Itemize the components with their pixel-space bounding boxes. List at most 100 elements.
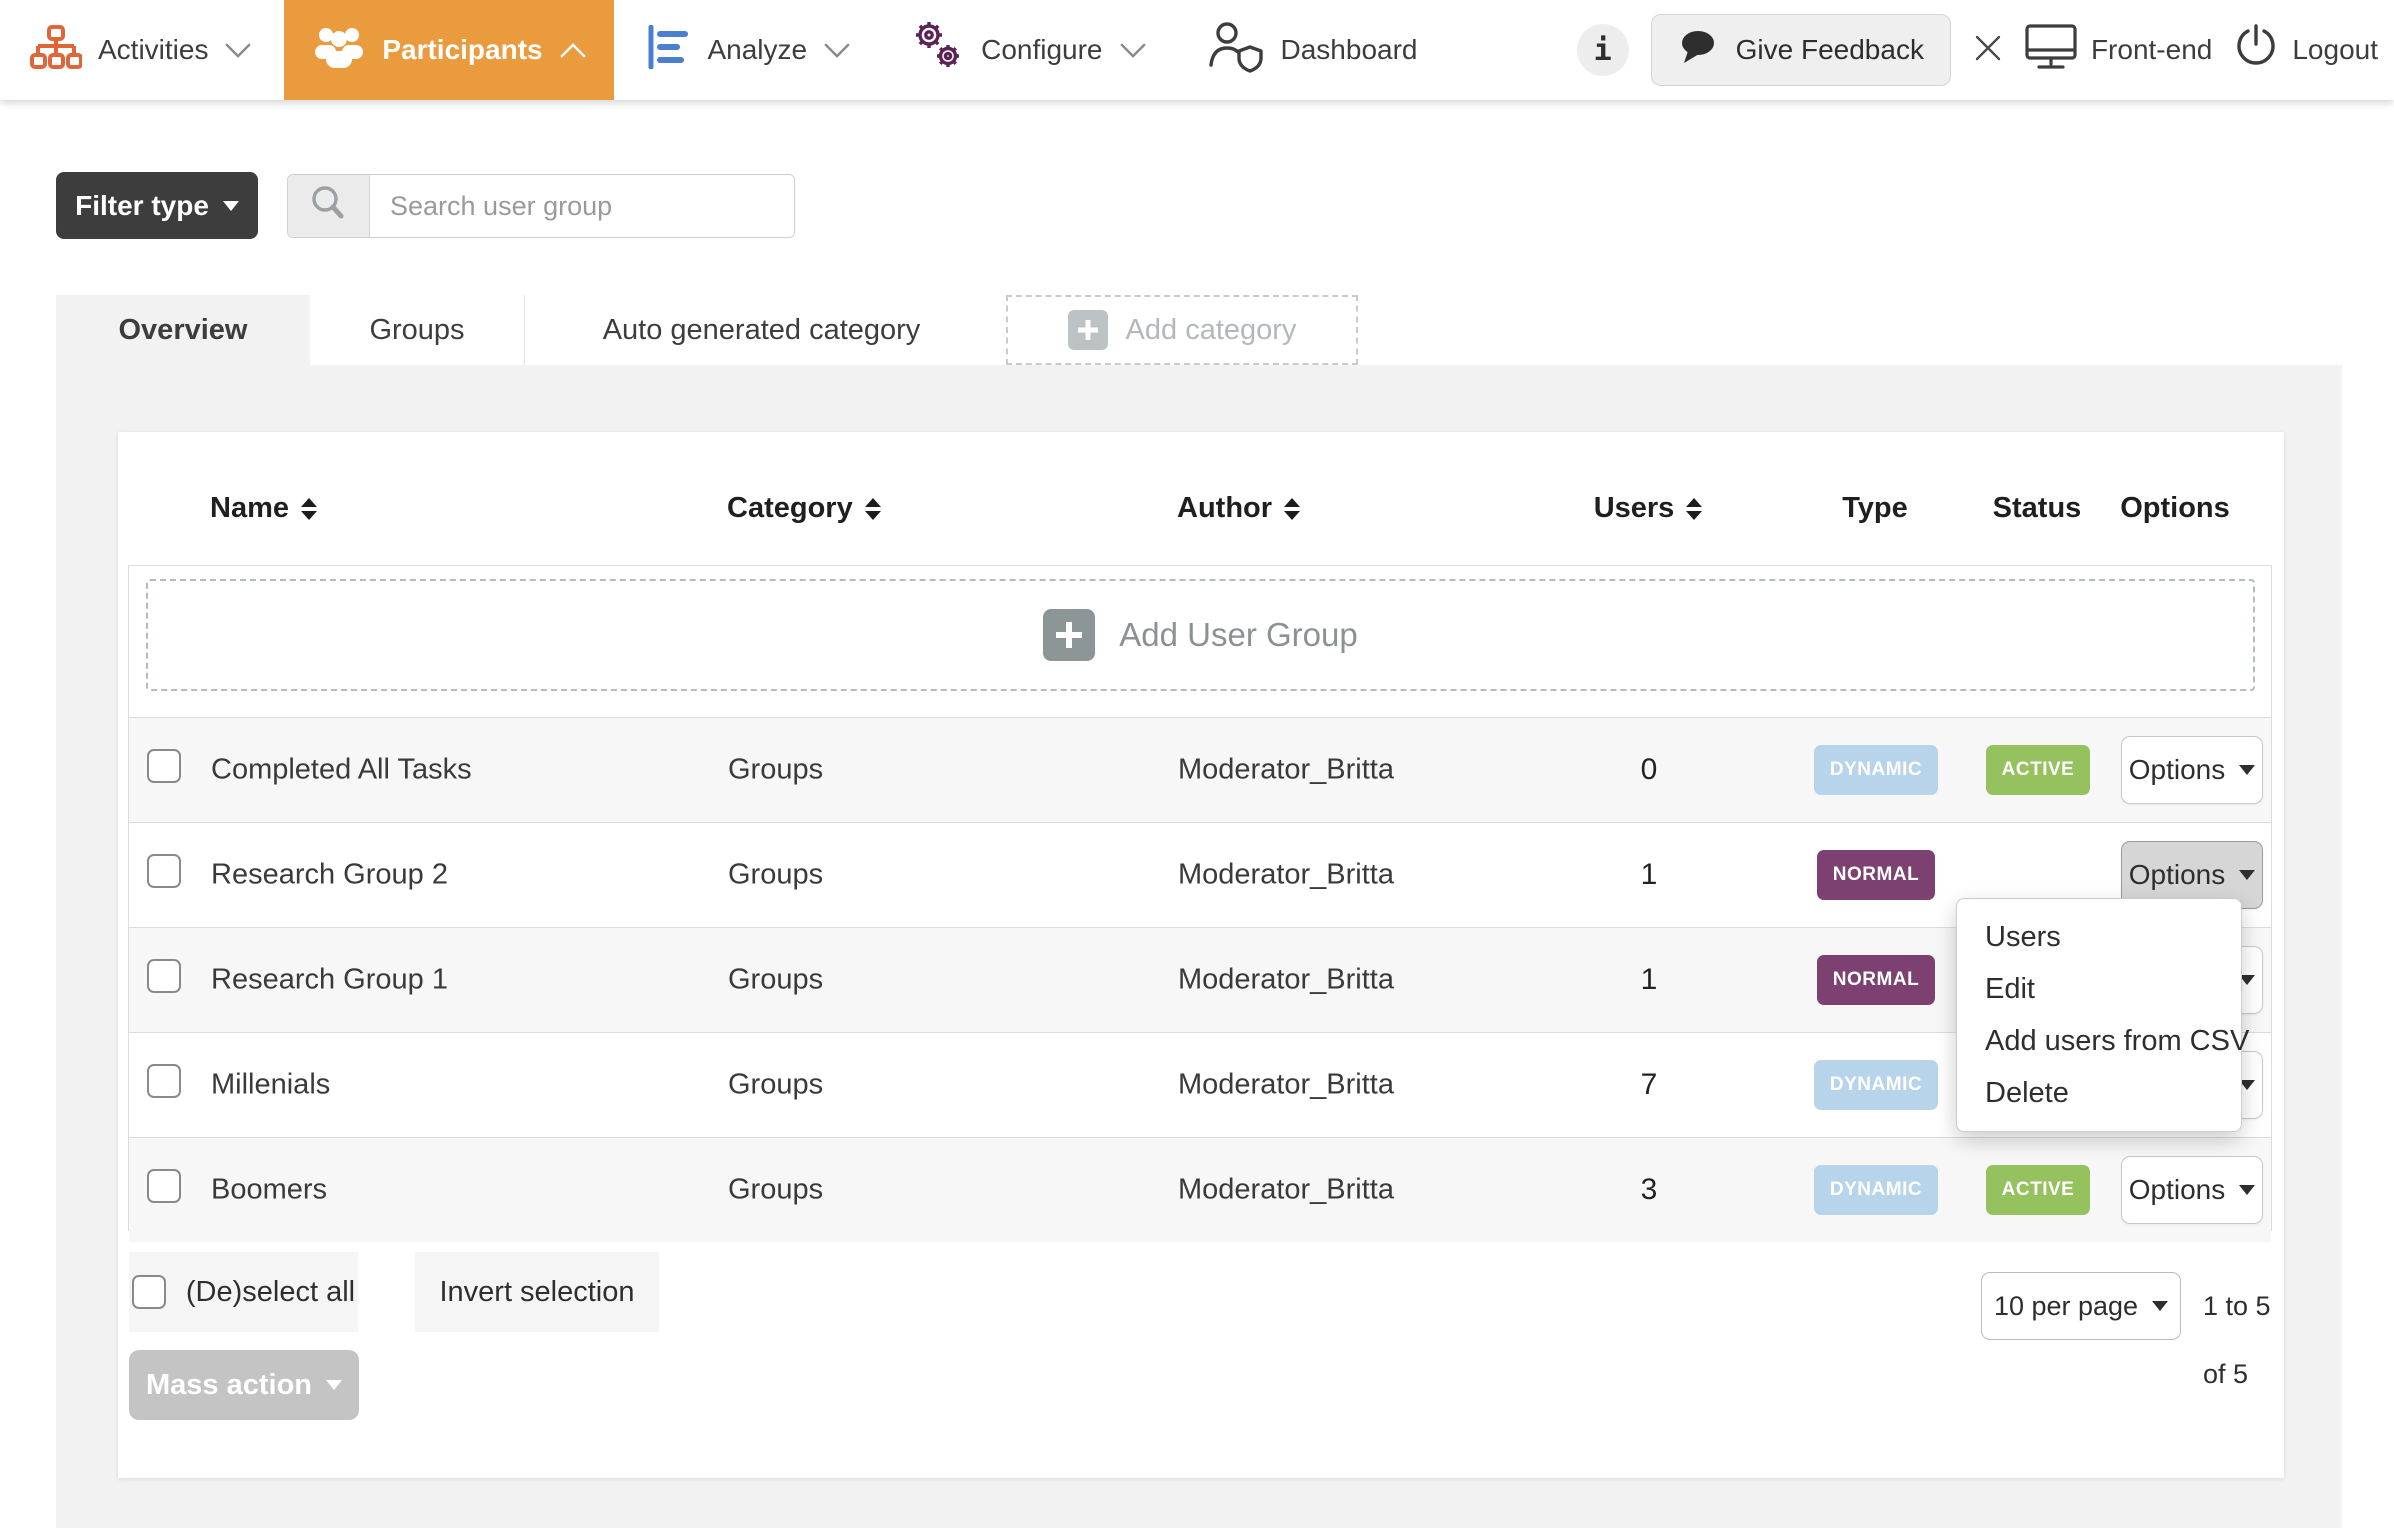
column-header-category[interactable]: Category — [727, 492, 881, 525]
info-button[interactable]: i — [1577, 24, 1629, 76]
filter-type-button[interactable]: Filter type — [56, 172, 258, 239]
nav-label: Configure — [981, 34, 1102, 66]
group-name: Millenials — [211, 1069, 330, 1102]
group-category: Groups — [728, 754, 823, 787]
caret-down-icon — [223, 201, 239, 211]
frontend-label: Front-end — [2091, 34, 2212, 66]
nav-right-actions: i Give Feedback — [1577, 14, 2378, 86]
sitemap-icon — [30, 24, 82, 77]
nav-label: Analyze — [707, 34, 807, 66]
category-tabs: Overview Groups Auto generated category … — [56, 295, 1358, 365]
caret-down-icon — [2239, 870, 2255, 880]
column-label: Status — [1993, 492, 2082, 525]
plus-icon — [1068, 310, 1108, 350]
chevron-down-icon — [823, 34, 851, 66]
type-badge: NORMAL — [1817, 955, 1935, 1005]
tab-auto-generated-category[interactable]: Auto generated category — [525, 295, 998, 365]
status-badge: ACTIVE — [1986, 1165, 2091, 1215]
column-header-users[interactable]: Users — [1568, 492, 1728, 525]
logout-button[interactable]: Logout — [2234, 24, 2378, 77]
nav-item-activities[interactable]: Activities — [30, 0, 252, 100]
nav-label: Dashboard — [1281, 34, 1418, 66]
caret-down-icon — [2239, 1185, 2255, 1195]
sort-icon — [1686, 498, 1702, 520]
row-checkbox[interactable] — [147, 854, 181, 888]
column-label: Category — [727, 492, 853, 525]
tab-groups[interactable]: Groups — [310, 295, 525, 365]
row-checkbox[interactable] — [147, 1064, 181, 1098]
group-name: Research Group 2 — [211, 859, 448, 892]
column-header-status: Status — [1957, 492, 2117, 525]
chevron-down-icon — [224, 34, 252, 66]
column-label: Options — [2120, 492, 2230, 525]
bar-chart-icon — [647, 25, 691, 76]
options-label: Options — [2129, 1174, 2226, 1206]
type-badge: DYNAMIC — [1814, 745, 1938, 795]
search-icon — [309, 184, 349, 229]
options-button[interactable]: Options — [2121, 736, 2263, 804]
menu-item-edit[interactable]: Edit — [1957, 963, 2241, 1015]
invert-selection-label: Invert selection — [439, 1276, 634, 1309]
invert-selection-button[interactable]: Invert selection — [415, 1252, 659, 1332]
options-label: Options — [2129, 859, 2226, 891]
menu-item-users[interactable]: Users — [1957, 911, 2241, 963]
options-button[interactable]: Options — [2121, 1156, 2263, 1224]
group-author: Moderator_Britta — [1178, 964, 1394, 997]
deselect-all-label: (De)select all — [186, 1276, 355, 1309]
status-badge: ACTIVE — [1986, 745, 2091, 795]
give-feedback-label: Give Feedback — [1736, 34, 1924, 66]
nav-item-analyze[interactable]: Analyze — [647, 0, 851, 100]
deselect-all-control[interactable]: (De)select all — [129, 1252, 358, 1332]
nav-item-configure[interactable]: Configure — [909, 0, 1146, 100]
plus-icon — [1043, 609, 1095, 661]
table-row: Boomers Groups Moderator_Britta 3 DYNAMI… — [129, 1137, 2271, 1242]
nav-item-dashboard[interactable]: Dashboard — [1209, 0, 1418, 100]
group-users-count: 3 — [1589, 1173, 1709, 1207]
add-user-group-button[interactable]: Add User Group — [146, 579, 2255, 691]
deselect-all-checkbox[interactable] — [132, 1275, 166, 1309]
menu-item-delete[interactable]: Delete — [1957, 1067, 2241, 1119]
group-category: Groups — [728, 964, 823, 997]
tab-label: Overview — [119, 314, 248, 347]
add-user-group-row: Add User Group — [129, 579, 2271, 717]
type-badge: NORMAL — [1817, 850, 1935, 900]
column-header-options: Options — [2095, 492, 2255, 525]
tab-label: Auto generated category — [603, 314, 921, 347]
content-area: Name Category Author Users Type Status O… — [56, 365, 2342, 1528]
column-label: Author — [1177, 492, 1272, 525]
table-row: Research Group 2 Groups Moderator_Britta… — [129, 822, 2271, 927]
feedback-close-button[interactable] — [1973, 33, 2003, 68]
group-users-count: 0 — [1589, 753, 1709, 787]
add-category-button[interactable]: Add category — [1006, 295, 1358, 365]
nav-label: Activities — [98, 34, 208, 66]
give-feedback-button[interactable]: Give Feedback — [1651, 14, 1951, 86]
options-label: Options — [2129, 754, 2226, 786]
column-header-author[interactable]: Author — [1177, 492, 1300, 525]
search-input[interactable] — [370, 175, 794, 237]
row-checkbox[interactable] — [147, 959, 181, 993]
per-page-button[interactable]: 10 per page — [1981, 1272, 2181, 1340]
type-badge: DYNAMIC — [1814, 1060, 1938, 1110]
sort-icon — [865, 498, 881, 520]
type-badge: DYNAMIC — [1814, 1165, 1938, 1215]
nav-item-participants[interactable]: Participants — [284, 0, 614, 100]
group-users-count: 1 — [1589, 963, 1709, 997]
tab-label: Groups — [369, 314, 464, 347]
row-checkbox[interactable] — [147, 1169, 181, 1203]
caret-down-icon — [2239, 765, 2255, 775]
group-category: Groups — [728, 859, 823, 892]
caret-down-icon — [326, 1380, 342, 1390]
row-checkbox[interactable] — [147, 749, 181, 783]
menu-item-add-users-from-csv[interactable]: Add users from CSV — [1957, 1015, 2241, 1067]
frontend-button[interactable]: Front-end — [2025, 24, 2212, 77]
group-users-count: 7 — [1589, 1068, 1709, 1102]
mass-action-button[interactable]: Mass action — [129, 1350, 359, 1420]
group-name: Boomers — [211, 1174, 327, 1207]
column-header-name[interactable]: Name — [210, 492, 317, 525]
group-category: Groups — [728, 1174, 823, 1207]
column-header-type: Type — [1795, 492, 1955, 525]
pagination-range: 1 to 5 of 5 — [2203, 1272, 2284, 1340]
tab-overview[interactable]: Overview — [56, 295, 310, 365]
add-category-label: Add category — [1126, 314, 1297, 347]
group-category: Groups — [728, 1069, 823, 1102]
